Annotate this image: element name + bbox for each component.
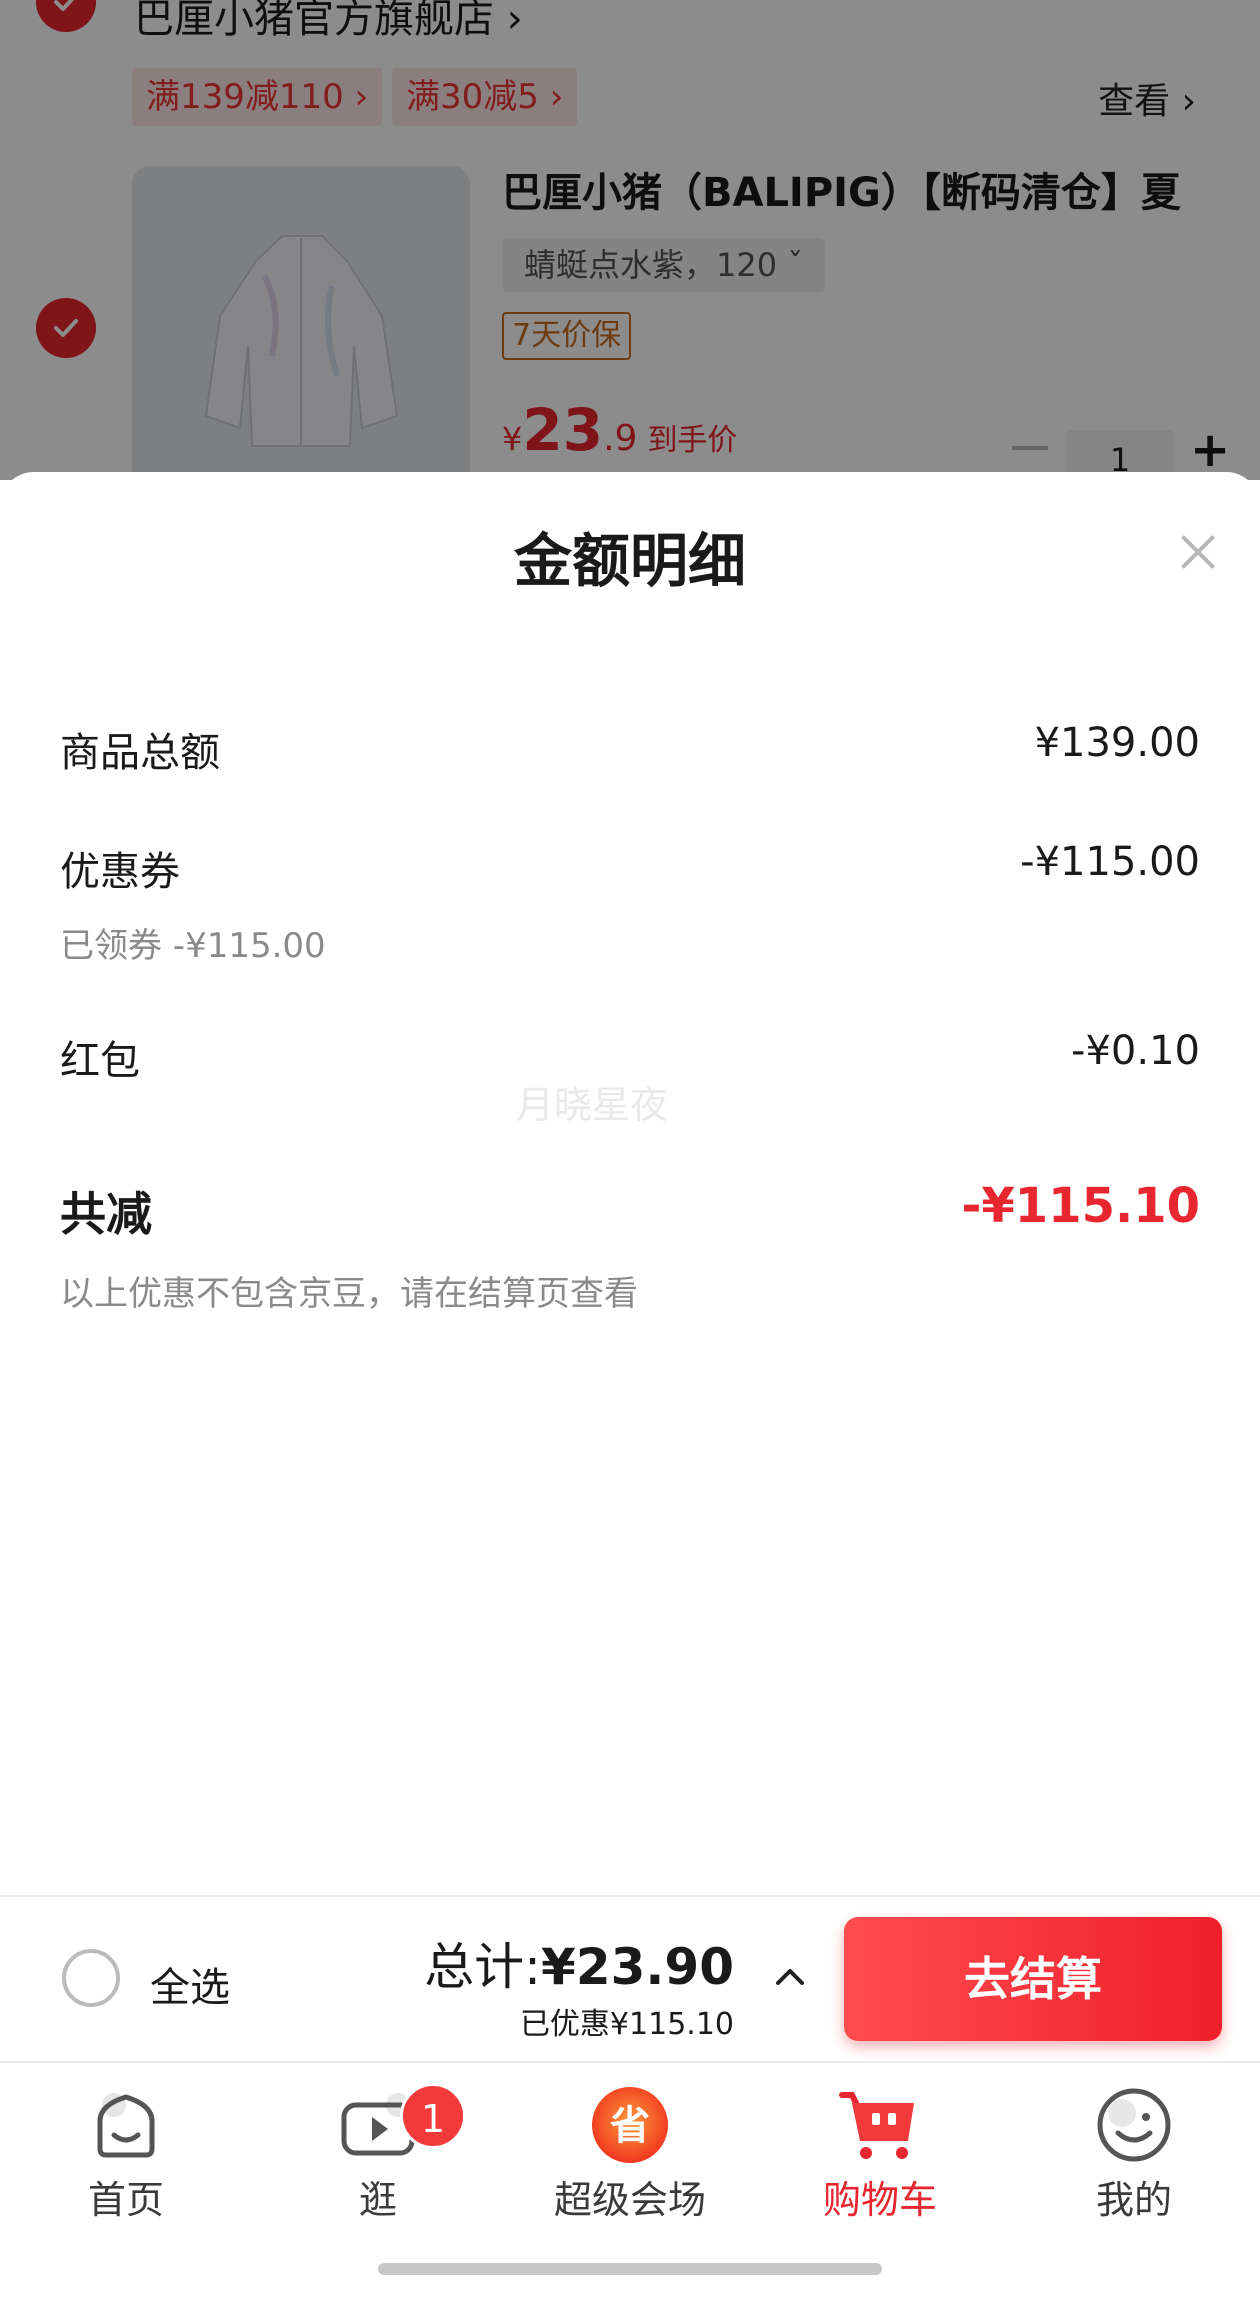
home-indicator[interactable] <box>378 2263 882 2275</box>
tab-profile[interactable]: 我的 <box>1024 2083 1244 2224</box>
tab-browse-label: 逛 <box>358 2178 397 2222</box>
subtotal-value: ¥139.00 <box>1034 720 1200 766</box>
checkout-bar: 全选 总计:¥23.90 已优惠¥115.10 去结算 <box>0 1895 1260 2061</box>
chevron-up-icon[interactable] <box>770 1957 810 1997</box>
discount-note: 以上优惠不包含京豆，请在结算页查看 <box>60 1274 638 1314</box>
total-amount: ¥23.90 <box>541 1938 734 1996</box>
checkout-button[interactable]: 去结算 <box>844 1917 1222 2041</box>
profile-icon <box>1097 2088 1171 2162</box>
tab-super-venue[interactable]: 省 超级会场 <box>520 2083 740 2224</box>
svg-text:省: 省 <box>610 2103 650 2149</box>
coupon-label: 优惠券 <box>60 849 180 895</box>
tab-cart-label: 购物车 <box>822 2178 937 2222</box>
modal-overlay[interactable] <box>0 0 1260 480</box>
saved-amount: 已优惠¥115.10 <box>519 2007 734 2042</box>
cart-icon <box>839 2092 914 2159</box>
sheet-title: 金额明细 <box>513 527 746 595</box>
close-icon[interactable] <box>1170 524 1226 580</box>
tab-super-venue-label: 超级会场 <box>553 2178 706 2222</box>
total-sum: 总计:¥23.90 <box>424 1927 734 1999</box>
total-discount-label: 共减 <box>60 1187 152 1241</box>
total-discount-value: -¥115.10 <box>961 1178 1200 1234</box>
coupon-value: -¥115.00 <box>1020 839 1200 885</box>
red-packet-label: 红包 <box>60 1038 140 1084</box>
notification-badge: 1 <box>400 2083 466 2149</box>
red-packet-value: -¥0.10 <box>1071 1028 1200 1074</box>
coupon-detail: 已领券 -¥115.00 <box>60 926 326 966</box>
select-all-checkbox[interactable] <box>62 1949 120 2007</box>
tab-profile-label: 我的 <box>1095 2178 1172 2222</box>
select-all-label[interactable]: 全选 <box>150 1955 230 2013</box>
tab-home-label: 首页 <box>87 2178 164 2222</box>
tab-cart[interactable]: 购物车 <box>770 2083 990 2224</box>
total-prefix: 总计: <box>424 1938 542 1996</box>
subtotal-label: 商品总额 <box>60 730 220 776</box>
super-venue-icon: 省 <box>592 2087 668 2163</box>
home-icon <box>97 2093 155 2158</box>
tab-home[interactable]: 首页 <box>16 2083 236 2224</box>
amount-detail-sheet: 金额明细 商品总额 ¥139.00 优惠券 -¥115.00 已领券 -¥115… <box>0 472 1260 1897</box>
watermark: 月晓星夜 <box>516 1083 669 1127</box>
